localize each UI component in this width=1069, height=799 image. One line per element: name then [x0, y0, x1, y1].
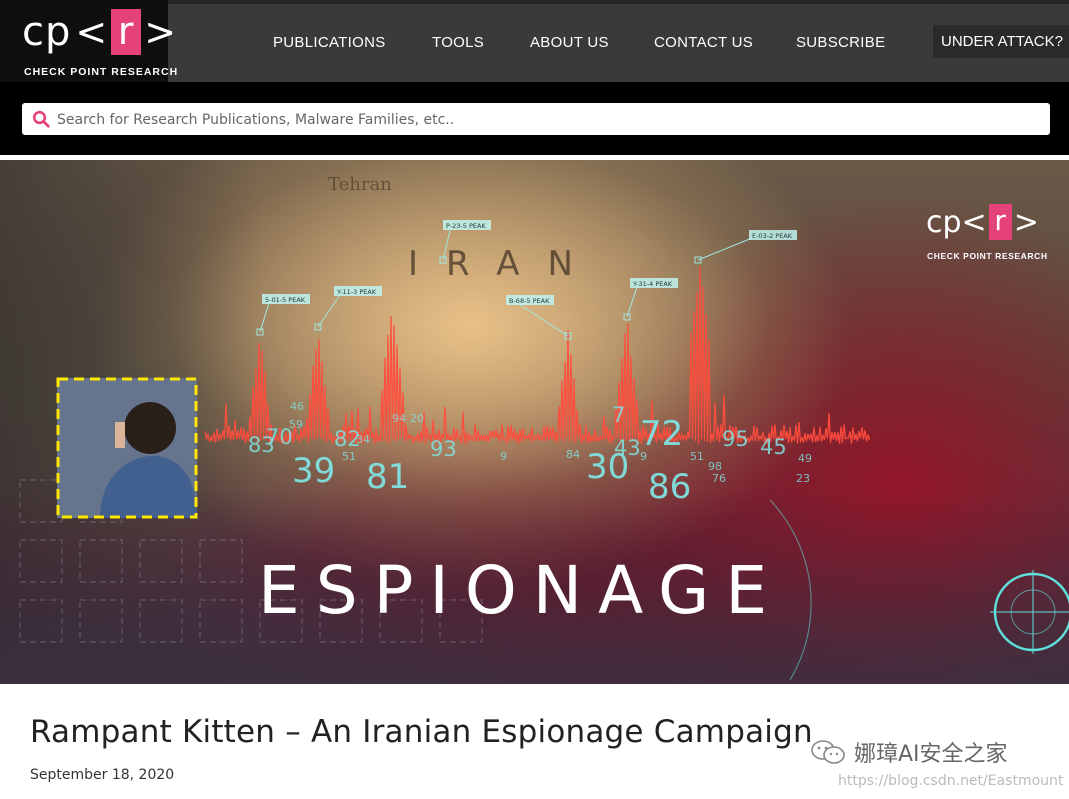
peak-label: B-68-5 PEAK: [509, 297, 550, 305]
overlay-number: 93: [430, 437, 457, 461]
overlay-number: 7: [612, 403, 625, 427]
hero-logo-subtitle: CHECK POINT RESEARCH: [927, 251, 1048, 261]
hero-logo: cp < r >: [926, 204, 1039, 240]
watermark: 娜璋AI安全之家: [810, 736, 1008, 768]
hero-logo-bracket-close: >: [1013, 204, 1039, 240]
overlay-number: 72: [640, 414, 683, 454]
hero-logo-prefix: cp: [926, 204, 962, 240]
watermark-url: https://blog.csdn.net/Eastmount: [838, 773, 1064, 789]
overlay-number: 95: [722, 427, 749, 451]
hero-banner-image: Tehran IRAN 5-01-5 PEAK Y-11-3 PEAK P-23-5…: [0, 160, 1069, 684]
overlay-number: 84: [566, 448, 580, 461]
under-attack-button[interactable]: UNDER ATTACK?: [933, 25, 1069, 58]
map-city-label: Tehran: [328, 174, 392, 195]
top-navigation-bar: cp < r > CHECK POINT RESEARCH PUBLICATIO…: [0, 0, 1069, 82]
peak-label: 5-01-5 PEAK: [265, 296, 306, 304]
nav-contact-us[interactable]: CONTACT US: [654, 34, 753, 51]
nav-subscribe[interactable]: SUBSCRIBE: [796, 34, 885, 51]
overlay-number: 59: [289, 418, 303, 431]
hero-logo-letter: r: [988, 204, 1012, 240]
search-input[interactable]: [55, 103, 1039, 137]
overlay-number: 94: [392, 412, 406, 425]
logo-subtitle: CHECK POINT RESEARCH: [24, 66, 179, 78]
overlay-number: 81: [366, 457, 409, 497]
overlay-number: 46: [290, 400, 304, 413]
overlay-number: 98: [708, 460, 722, 473]
overlay-number: 51: [342, 450, 356, 463]
map-country-label: IRAN: [408, 244, 601, 284]
overlay-number: 43: [614, 436, 641, 460]
logo-prefix: cp: [22, 9, 72, 55]
site-logo[interactable]: cp < r > CHECK POINT RESEARCH: [0, 0, 177, 82]
nav-about-us[interactable]: ABOUT US: [530, 34, 609, 51]
peak-label: Y-11-3 PEAK: [336, 288, 377, 296]
overlay-number: 9: [500, 450, 507, 463]
hero-headline: ESPIONAGE: [258, 552, 784, 629]
overlay-number: 51: [690, 450, 704, 463]
search-icon: [32, 110, 50, 128]
wechat-icon: [811, 740, 845, 764]
logo-mark: cp < r >: [22, 6, 177, 58]
logo-bracket-open: <: [75, 10, 109, 54]
logo-letter: r: [111, 9, 142, 55]
overlay-number: 9: [640, 450, 647, 463]
hero-logo-bracket-open: <: [961, 204, 987, 240]
peak-label: E-03-2 PEAK: [752, 232, 793, 240]
overlay-number: 45: [760, 435, 787, 459]
watermark-text: 娜璋AI安全之家: [854, 742, 1008, 767]
logo-bracket-close: >: [144, 10, 178, 54]
search-bar[interactable]: [22, 103, 1050, 137]
overlay-number: 34: [356, 433, 370, 446]
overlay-number: 49: [798, 452, 812, 465]
overlay-number: 86: [648, 467, 691, 507]
overlay-number: 23: [796, 472, 810, 485]
nav-tools[interactable]: TOOLS: [432, 34, 484, 51]
overlay-number: 20: [410, 412, 424, 425]
overlay-number: 76: [712, 472, 726, 485]
peak-label: P-23-5 PEAK: [446, 222, 486, 230]
overlay-number: 39: [292, 451, 335, 491]
nav-publications[interactable]: PUBLICATIONS: [273, 34, 386, 51]
peak-label: Y-31-4 PEAK: [632, 280, 673, 288]
article-date: September 18, 2020: [30, 767, 175, 783]
article-title: Rampant Kitten – An Iranian Espionage Ca…: [30, 714, 813, 750]
